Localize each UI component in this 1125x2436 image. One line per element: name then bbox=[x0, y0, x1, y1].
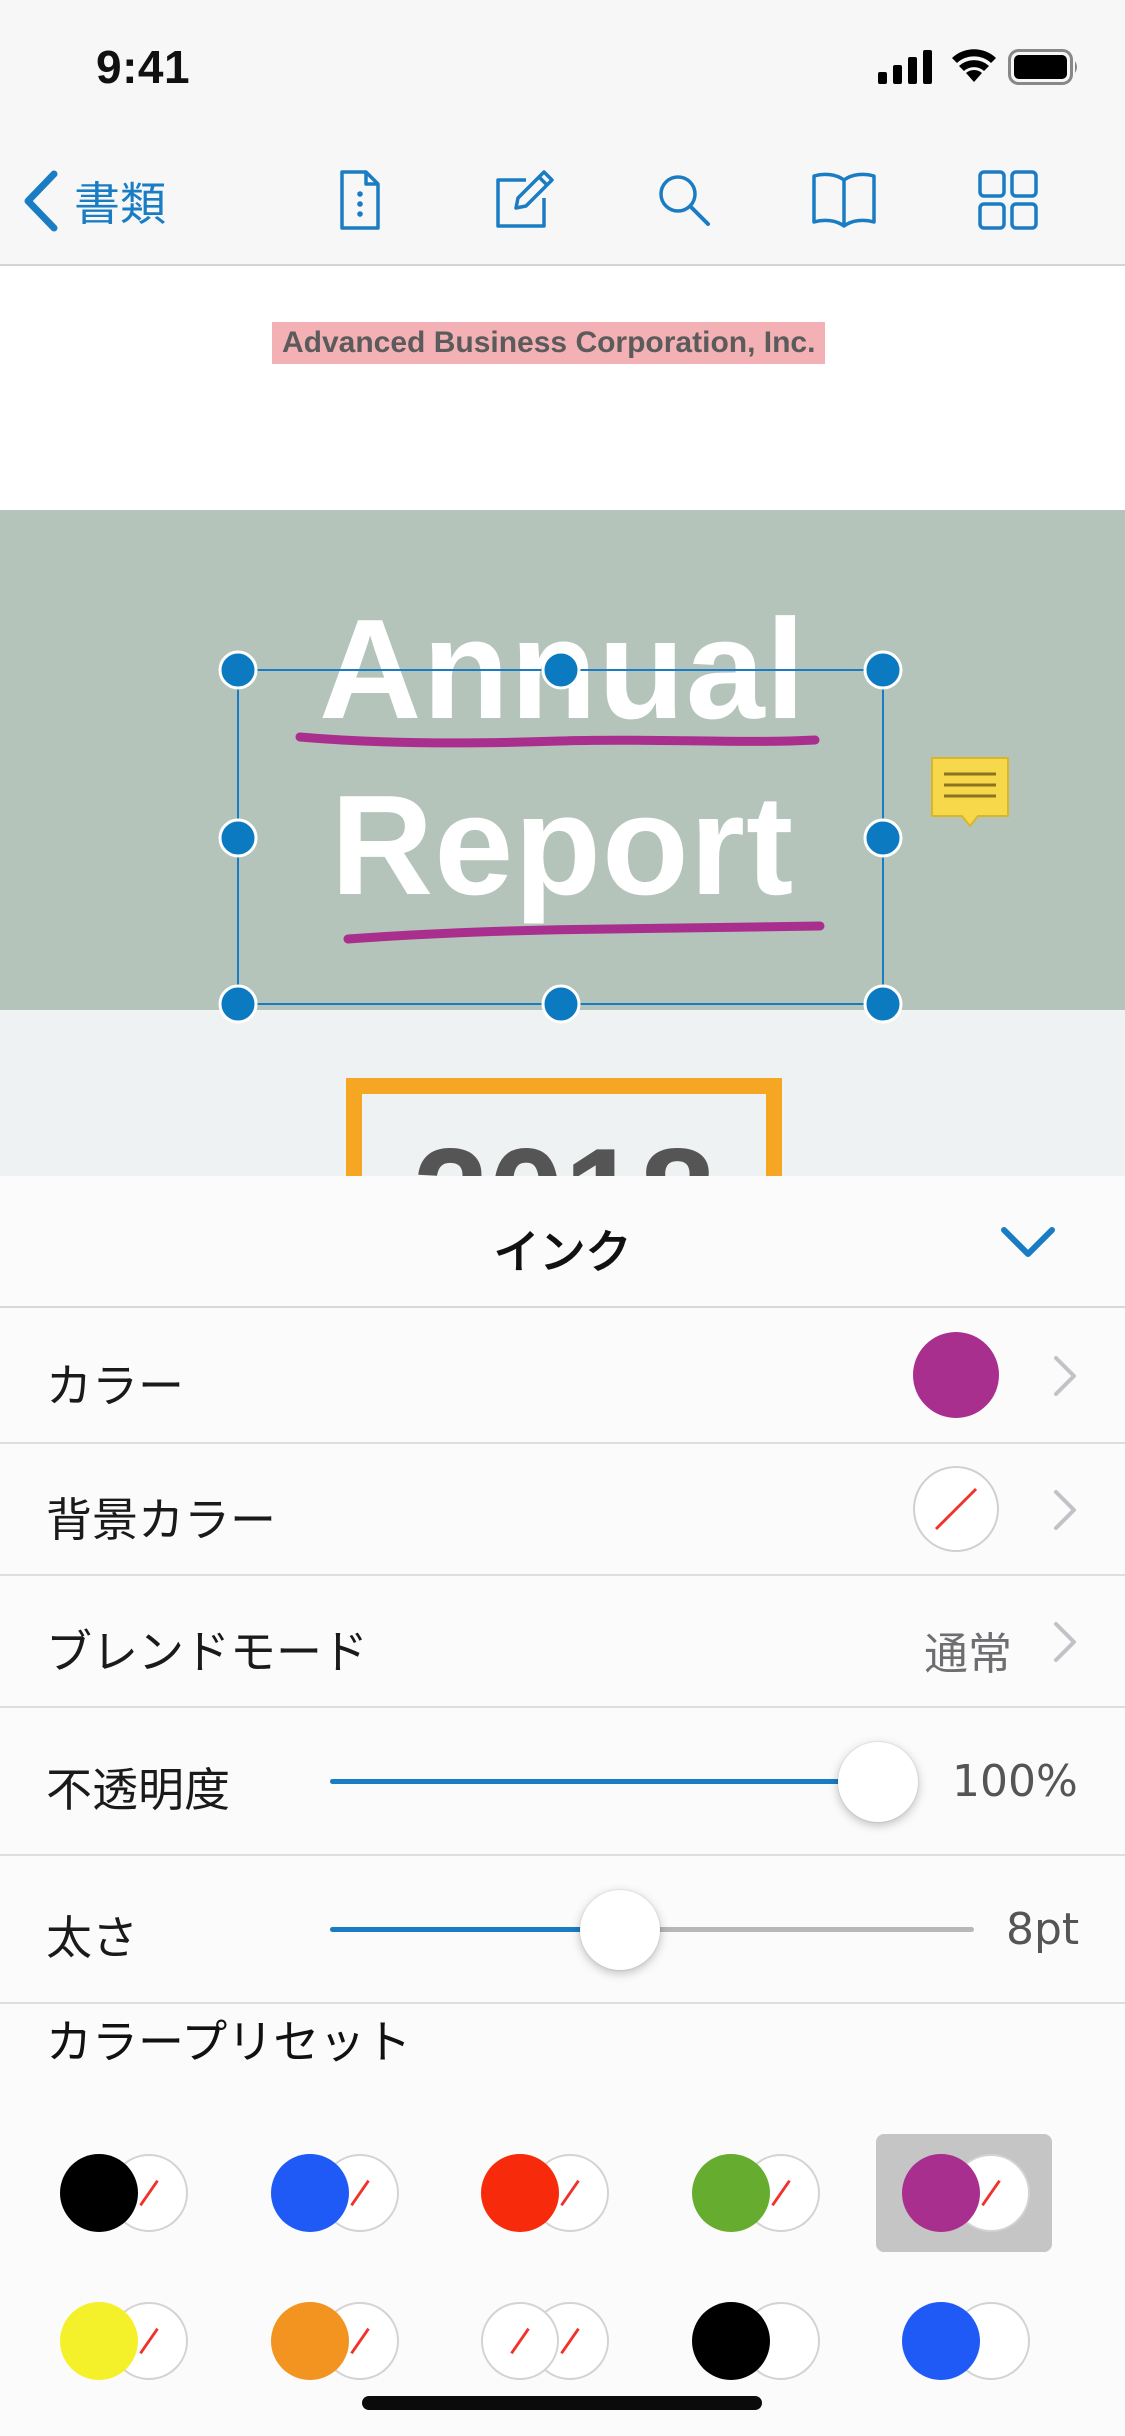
resize-handle-top[interactable] bbox=[541, 650, 581, 690]
slider-fill bbox=[330, 1779, 878, 1784]
thumbnails-button[interactable] bbox=[970, 162, 1046, 238]
color-presets-label: カラープリセット bbox=[46, 2015, 412, 2069]
color-preset[interactable] bbox=[245, 2134, 421, 2252]
preset-color-swatch bbox=[270, 2154, 349, 2232]
color-swatch[interactable] bbox=[913, 1332, 999, 1418]
document-info-button[interactable] bbox=[322, 162, 398, 238]
document-info-icon bbox=[340, 170, 380, 230]
resize-handle-left[interactable] bbox=[218, 818, 258, 858]
thickness-label: 太さ bbox=[46, 1911, 138, 1965]
thumbnails-grid-icon bbox=[978, 170, 1038, 230]
chevron-right-icon bbox=[1054, 1490, 1076, 1530]
note-comment-icon[interactable] bbox=[928, 754, 1012, 844]
color-preset[interactable] bbox=[455, 2134, 631, 2252]
status-time: 9:41 bbox=[96, 41, 191, 93]
chevron-right-icon bbox=[1054, 1356, 1076, 1396]
resize-handle-top-left[interactable] bbox=[218, 650, 258, 690]
opacity-label: 不透明度 bbox=[46, 1763, 230, 1817]
color-row[interactable]: カラー bbox=[0, 1310, 1125, 1444]
slider-fill bbox=[330, 1927, 620, 1932]
back-label: 書類 bbox=[74, 177, 166, 231]
search-icon bbox=[659, 175, 710, 226]
color-preset[interactable] bbox=[455, 2282, 631, 2400]
reader-view-button[interactable] bbox=[806, 162, 882, 238]
opacity-slider[interactable] bbox=[330, 1742, 918, 1822]
opacity-row: 不透明度 100% bbox=[0, 1708, 1125, 1856]
slider-thumb[interactable] bbox=[838, 1742, 918, 1822]
color-preset[interactable] bbox=[34, 2282, 210, 2400]
selection-box[interactable] bbox=[237, 669, 884, 1005]
preset-color-swatch bbox=[481, 2154, 559, 2232]
chevron-right-icon bbox=[1054, 1622, 1076, 1662]
thickness-slider[interactable] bbox=[330, 1890, 974, 1970]
resize-handle-bottom[interactable] bbox=[541, 984, 581, 1024]
color-preset[interactable] bbox=[876, 2282, 1052, 2400]
color-preset[interactable] bbox=[245, 2282, 421, 2400]
status-bar: 9:41 bbox=[0, 0, 1125, 132]
battery-icon bbox=[1008, 49, 1077, 85]
ink-stroke-annual[interactable] bbox=[295, 732, 820, 748]
annotate-pencil-icon bbox=[496, 170, 554, 228]
preset-color-swatch bbox=[902, 2154, 980, 2232]
ink-stroke-report[interactable] bbox=[343, 921, 825, 944]
resize-handle-bottom-right[interactable] bbox=[863, 984, 903, 1024]
preset-color-swatch bbox=[691, 2154, 770, 2232]
preset-color-swatch bbox=[270, 2302, 349, 2380]
thickness-value: 8pt bbox=[1006, 1904, 1080, 1955]
slider-thumb[interactable] bbox=[579, 1890, 660, 1970]
background-color-label: 背景カラー bbox=[46, 1493, 276, 1547]
preset-color-swatch bbox=[481, 2302, 559, 2380]
preset-color-swatch bbox=[691, 2302, 770, 2380]
search-button[interactable] bbox=[646, 162, 722, 238]
background-color-row[interactable]: 背景カラー bbox=[0, 1444, 1125, 1576]
resize-handle-top-right[interactable] bbox=[863, 650, 903, 690]
ink-inspector-panel: インク カラー 背景カラー ブレンドモード 通常 不透明度 100% 太さ 8p… bbox=[0, 1176, 1125, 2436]
blend-mode-value: 通常 bbox=[924, 1629, 1012, 1680]
thickness-row: 太さ 8pt bbox=[0, 1856, 1125, 2004]
resize-handle-bottom-left[interactable] bbox=[218, 984, 258, 1024]
resize-handle-right[interactable] bbox=[863, 818, 903, 858]
color-preset[interactable] bbox=[34, 2134, 210, 2252]
blend-mode-label: ブレンドモード bbox=[46, 1625, 368, 1679]
color-preset[interactable] bbox=[666, 2282, 842, 2400]
reader-book-icon bbox=[812, 172, 876, 228]
preset-color-swatch bbox=[60, 2302, 138, 2380]
opacity-value: 100% bbox=[952, 1756, 1078, 1807]
panel-header: インク bbox=[0, 1176, 1125, 1308]
blend-mode-row[interactable]: ブレンドモード 通常 bbox=[0, 1576, 1125, 1708]
panel-title: インク bbox=[493, 1225, 632, 1279]
no-color-slash-icon bbox=[934, 1487, 978, 1531]
wifi-icon bbox=[952, 49, 996, 82]
back-button[interactable]: 書類 bbox=[22, 166, 166, 236]
signal-icon bbox=[878, 50, 932, 84]
color-preset[interactable] bbox=[876, 2134, 1052, 2252]
chevron-down-icon[interactable] bbox=[996, 1216, 1060, 1268]
home-indicator[interactable] bbox=[362, 2396, 762, 2410]
no-color-slash-icon bbox=[510, 2327, 530, 2355]
color-label: カラー bbox=[46, 1359, 184, 1413]
annotate-button[interactable] bbox=[486, 162, 562, 238]
navigation-toolbar: 書類 bbox=[0, 132, 1125, 266]
preset-color-swatch bbox=[902, 2302, 980, 2380]
color-preset[interactable] bbox=[666, 2134, 842, 2252]
ink-annotation-layer bbox=[218, 650, 903, 1024]
preset-color-swatch bbox=[60, 2154, 138, 2232]
chevron-left-icon bbox=[24, 170, 58, 232]
pdf-page[interactable]: Advanced Business Corporation, Inc. Annu… bbox=[0, 266, 1125, 1176]
no-color-swatch[interactable] bbox=[913, 1466, 999, 1552]
